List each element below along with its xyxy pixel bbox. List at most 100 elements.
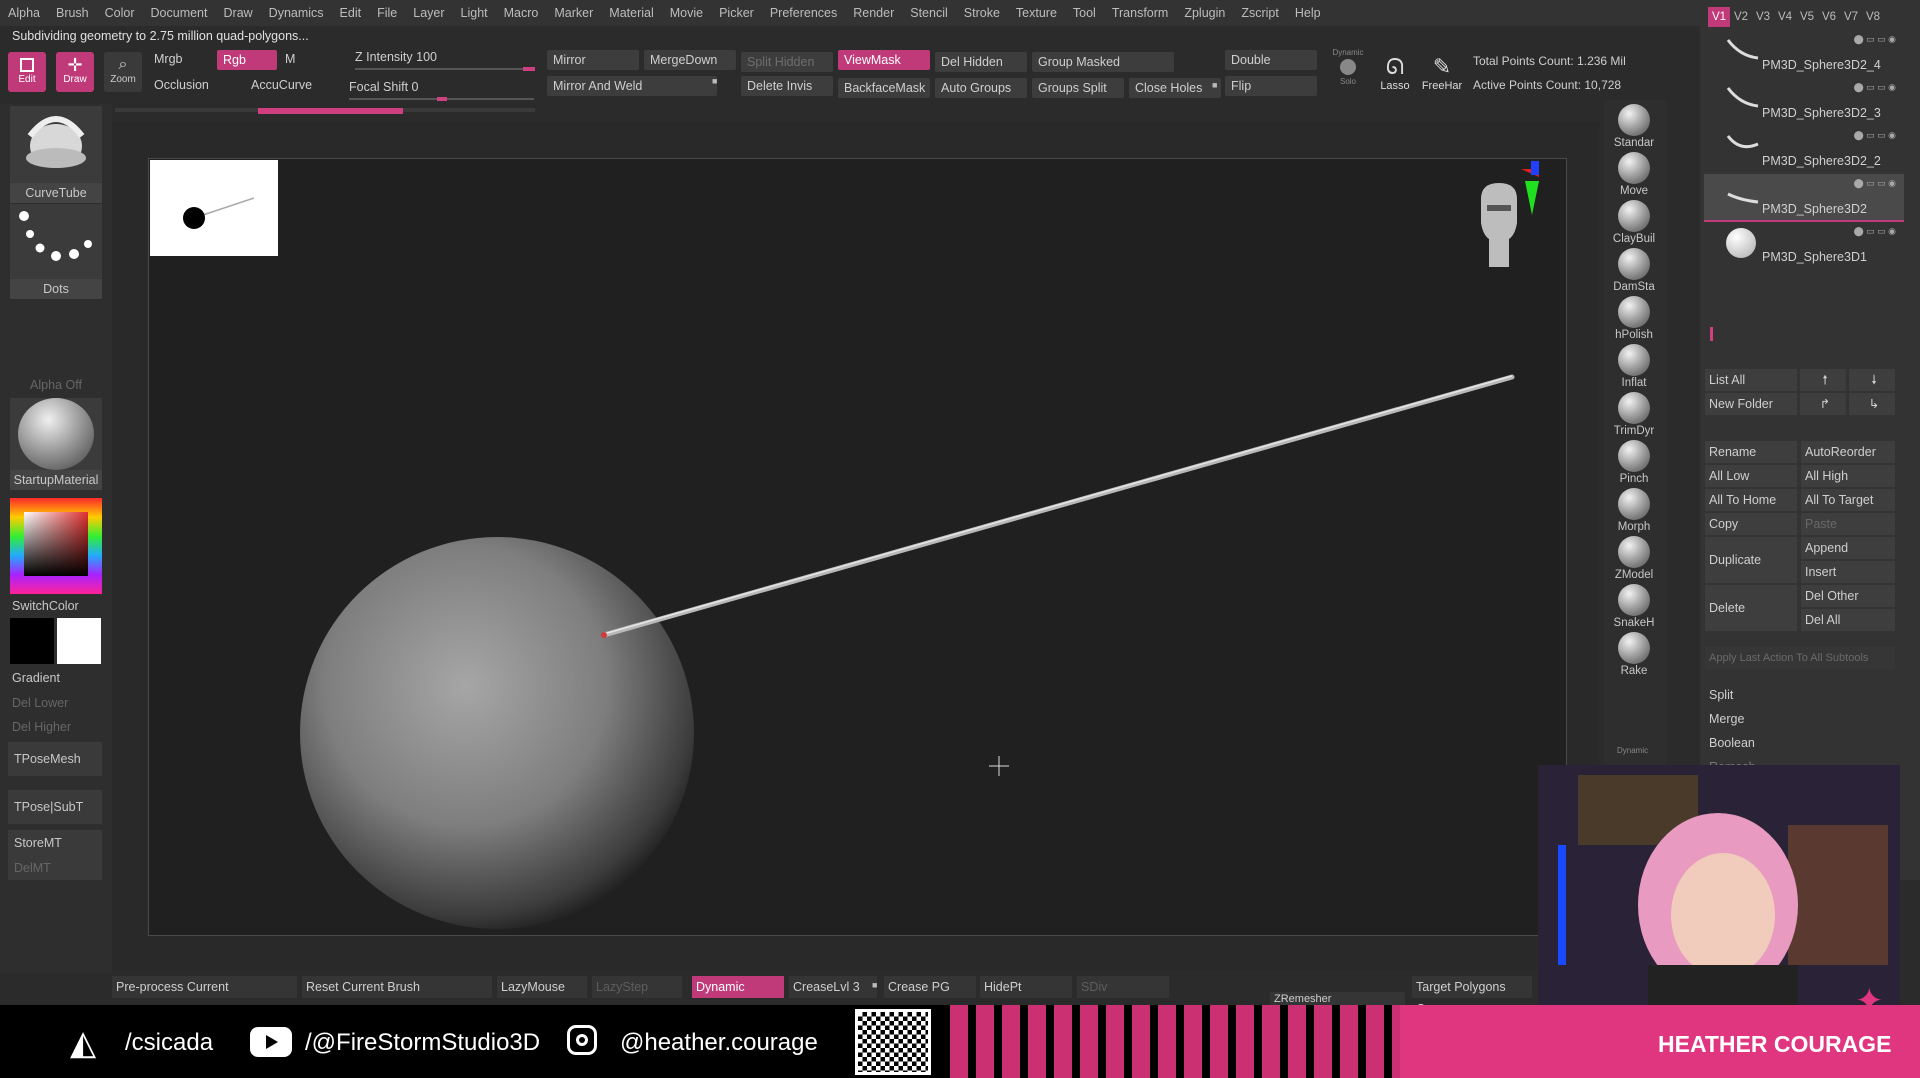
z-intensity-slider[interactable]: Z Intensity 100: [355, 50, 535, 71]
folder-down-button[interactable]: ↳: [1849, 393, 1895, 415]
tposemesh-button[interactable]: TPoseMesh: [8, 742, 102, 776]
menu-item-picker[interactable]: Picker: [711, 6, 762, 20]
brush-inflat[interactable]: Inflat: [1604, 344, 1664, 389]
curve-start-point[interactable]: [601, 632, 607, 638]
delete-invis-button[interactable]: Delete Invis: [741, 76, 833, 96]
duplicate-button[interactable]: Duplicate: [1705, 537, 1797, 583]
switch-color-button[interactable]: SwitchColor: [12, 599, 79, 613]
subtool-visibility-icon[interactable]: ⬤ ▭ ▭ ◉: [1776, 34, 1896, 44]
split-hidden-button[interactable]: Split Hidden: [741, 52, 833, 72]
menu-item-transform[interactable]: Transform: [1104, 6, 1177, 20]
subtool-item[interactable]: ⬤ ▭ ▭ ◉ PM3D_Sphere3D2: [1704, 174, 1904, 222]
copy-button[interactable]: Copy: [1705, 513, 1797, 535]
mirror-and-weld-button[interactable]: Mirror And Weld: [547, 76, 717, 96]
preprocess-current-button[interactable]: Pre-process Current: [112, 976, 297, 998]
reset-current-brush-button[interactable]: Reset Current Brush: [302, 976, 492, 998]
delmt-button[interactable]: DelMT: [8, 856, 102, 880]
menu-item-dynamics[interactable]: Dynamics: [261, 6, 332, 20]
folder-up-button[interactable]: ↱: [1800, 393, 1846, 415]
brush-snakeh[interactable]: SnakeH: [1604, 584, 1664, 629]
menu-item-alpha[interactable]: Alpha: [0, 6, 48, 20]
merge-section[interactable]: Merge: [1709, 712, 1744, 726]
list-all-button[interactable]: List All: [1705, 369, 1797, 391]
freehand-button[interactable]: ✎ FreeHar: [1418, 54, 1466, 92]
all-high-button[interactable]: All High: [1801, 465, 1895, 487]
lasso-button[interactable]: ᘏ Lasso: [1377, 54, 1413, 92]
version-tab-v4[interactable]: V4: [1774, 7, 1796, 27]
stroke-slot[interactable]: Dots: [10, 204, 102, 299]
brush-standar[interactable]: Standar: [1604, 104, 1664, 149]
auto-groups-button[interactable]: Auto Groups: [935, 78, 1027, 98]
solo-button[interactable]: Dynamic Solo: [1330, 48, 1366, 86]
brush-claybuil[interactable]: ClayBuil: [1604, 200, 1664, 245]
new-folder-button[interactable]: New Folder: [1705, 393, 1797, 415]
double-button[interactable]: Double: [1225, 50, 1317, 70]
del-higher-button[interactable]: Del Higher: [12, 720, 71, 734]
occlusion-button[interactable]: Occlusion: [154, 78, 209, 92]
groups-split-button[interactable]: Groups Split: [1032, 78, 1124, 98]
mergedown-button[interactable]: MergeDown: [644, 50, 736, 70]
version-tab-v7[interactable]: V7: [1840, 7, 1862, 27]
canvas[interactable]: [148, 158, 1567, 936]
close-holes-button[interactable]: Close Holes: [1129, 78, 1221, 98]
move-up-button[interactable]: 🠕: [1800, 369, 1846, 391]
paste-button[interactable]: Paste: [1801, 513, 1895, 535]
boolean-section[interactable]: Boolean: [1709, 736, 1755, 750]
menu-item-help[interactable]: Help: [1287, 6, 1329, 20]
secondary-color-swatch[interactable]: [57, 618, 101, 664]
storemt-button[interactable]: StoreMT: [8, 830, 102, 856]
menu-item-stencil[interactable]: Stencil: [902, 6, 956, 20]
delete-button[interactable]: Delete: [1705, 585, 1797, 631]
draw-button[interactable]: ✛ Draw: [56, 52, 94, 92]
del-lower-button[interactable]: Del Lower: [12, 696, 68, 710]
target-polygons-slider[interactable]: Target Polygons Cour: [1412, 976, 1532, 1016]
focal-shift-slider[interactable]: Focal Shift 0: [349, 80, 534, 101]
color-picker-square[interactable]: [24, 512, 88, 576]
menu-item-zscript[interactable]: Zscript: [1233, 6, 1287, 20]
menu-item-edit[interactable]: Edit: [332, 6, 370, 20]
menu-item-file[interactable]: File: [369, 6, 405, 20]
brush-zmodel[interactable]: ZModel: [1604, 536, 1664, 581]
menu-item-macro[interactable]: Macro: [496, 6, 547, 20]
hidept-button[interactable]: HidePt: [980, 976, 1072, 998]
menu-item-render[interactable]: Render: [845, 6, 902, 20]
sdiv-slider[interactable]: SDiv: [1077, 976, 1169, 998]
group-masked-button[interactable]: Group Masked: [1032, 52, 1174, 72]
brush-slot[interactable]: CurveTube: [10, 106, 102, 203]
menu-item-document[interactable]: Document: [143, 6, 216, 20]
menu-item-texture[interactable]: Texture: [1008, 6, 1065, 20]
version-tab-v3[interactable]: V3: [1752, 7, 1774, 27]
subtool-item[interactable]: ⬤ ▭ ▭ ◉ PM3D_Sphere3D2_3: [1704, 78, 1904, 124]
del-other-button[interactable]: Del Other: [1801, 585, 1895, 607]
version-tab-v6[interactable]: V6: [1818, 7, 1840, 27]
split-section[interactable]: Split: [1709, 688, 1733, 702]
primary-color-swatch[interactable]: [10, 618, 54, 664]
del-all-button[interactable]: Del All: [1801, 609, 1895, 631]
dynamic-button[interactable]: Dynamic: [692, 976, 784, 998]
alpha-slot[interactable]: Alpha Off: [10, 378, 102, 392]
subtool-item[interactable]: ⬤ ▭ ▭ ◉ PM3D_Sphere3D1: [1704, 222, 1904, 268]
zremesher-button[interactable]: ZRemesher: [1270, 992, 1405, 1006]
menu-item-light[interactable]: Light: [453, 6, 496, 20]
brush-pinch[interactable]: Pinch: [1604, 440, 1664, 485]
rgb-button[interactable]: Rgb: [217, 50, 277, 70]
brush-move[interactable]: Move: [1604, 152, 1664, 197]
menu-item-movie[interactable]: Movie: [662, 6, 711, 20]
menu-item-tool[interactable]: Tool: [1065, 6, 1104, 20]
edit-button[interactable]: Edit: [8, 52, 46, 92]
del-hidden-button[interactable]: Del Hidden: [935, 52, 1027, 72]
lazystep-slider[interactable]: LazyStep: [592, 976, 682, 998]
menu-item-layer[interactable]: Layer: [405, 6, 452, 20]
subtool-visibility-icon[interactable]: ⬤ ▭ ▭ ◉: [1776, 178, 1896, 188]
flip-button[interactable]: Flip: [1225, 76, 1317, 96]
viewmask-button[interactable]: ViewMask: [838, 50, 930, 70]
accucurve-button[interactable]: AccuCurve: [251, 78, 312, 92]
subtool-visibility-icon[interactable]: ⬤ ▭ ▭ ◉: [1776, 130, 1896, 140]
menu-item-color[interactable]: Color: [97, 6, 143, 20]
subtool-item[interactable]: ⬤ ▭ ▭ ◉ PM3D_Sphere3D2_2: [1704, 126, 1904, 172]
all-to-target-button[interactable]: All To Target: [1801, 489, 1895, 511]
brush-hpolish[interactable]: hPolish: [1604, 296, 1664, 341]
subtool-scroll-marker[interactable]: [1710, 327, 1713, 341]
zoom-button[interactable]: ⌕ Zoom: [104, 52, 142, 92]
version-tab-v2[interactable]: V2: [1730, 7, 1752, 27]
